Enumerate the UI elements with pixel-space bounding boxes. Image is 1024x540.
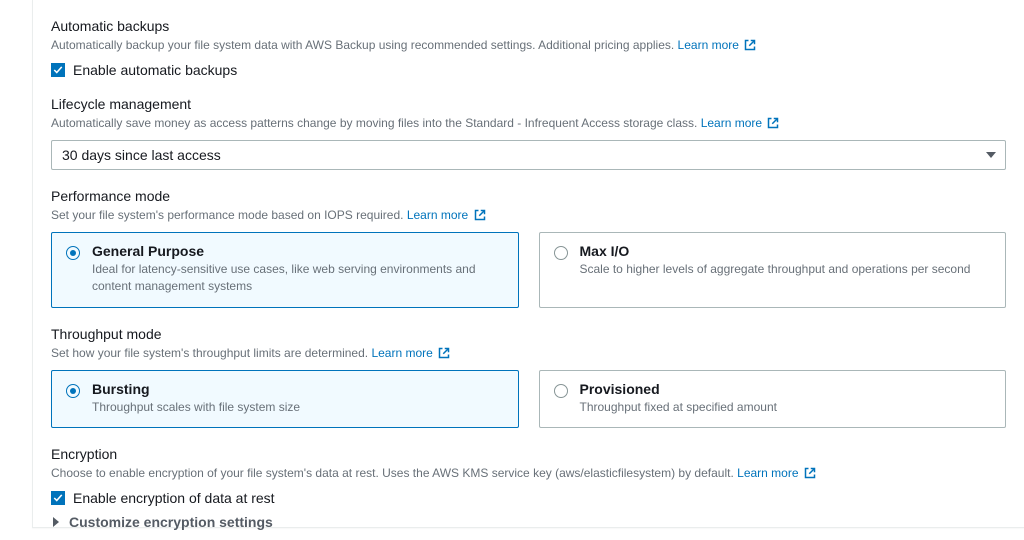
performance-mode-section: Performance mode Set your file system's … — [51, 188, 1006, 308]
throughput-mode-section: Throughput mode Set how your file system… — [51, 326, 1006, 429]
throughput-option-provisioned[interactable]: Provisioned Throughput fixed at specifie… — [539, 370, 1007, 429]
customize-encryption-label: Customize encryption settings — [69, 514, 273, 530]
throughput-learn-more-link[interactable]: Learn more — [371, 346, 450, 360]
automatic-backups-desc: Automatically backup your file system da… — [51, 36, 1006, 54]
settings-panel: Automatic backups Automatically backup y… — [32, 0, 1024, 528]
learn-more-label: Learn more — [407, 208, 468, 222]
throughput-radio-group: Bursting Throughput scales with file sys… — [51, 370, 1006, 429]
learn-more-label: Learn more — [737, 466, 798, 480]
external-link-icon — [474, 209, 486, 221]
external-link-icon — [438, 347, 450, 359]
automatic-backups-desc-text: Automatically backup your file system da… — [51, 38, 674, 52]
automatic-backups-section: Automatic backups Automatically backup y… — [51, 18, 1006, 78]
performance-desc-text: Set your file system's performance mode … — [51, 208, 403, 222]
enable-encryption-checkbox[interactable] — [51, 491, 65, 505]
encryption-learn-more-link[interactable]: Learn more — [737, 466, 816, 480]
lifecycle-select[interactable]: 30 days since last access — [51, 140, 1006, 170]
radio-content: Max I/O Scale to higher levels of aggreg… — [580, 243, 971, 278]
encryption-section: Encryption Choose to enable encryption o… — [51, 446, 1006, 530]
radio-icon — [554, 246, 568, 260]
radio-content: General Purpose Ideal for latency-sensit… — [92, 243, 504, 295]
lifecycle-title: Lifecycle management — [51, 96, 1006, 112]
performance-radio-group: General Purpose Ideal for latency-sensit… — [51, 232, 1006, 308]
throughput-title: Throughput mode — [51, 326, 1006, 342]
customize-encryption-toggle[interactable]: Customize encryption settings — [51, 514, 1006, 530]
radio-desc: Throughput fixed at specified amount — [580, 399, 777, 416]
encryption-desc-text: Choose to enable encryption of your file… — [51, 466, 734, 480]
enable-automatic-backups-checkbox[interactable] — [51, 63, 65, 77]
throughput-option-bursting[interactable]: Bursting Throughput scales with file sys… — [51, 370, 519, 429]
radio-desc: Throughput scales with file system size — [92, 399, 300, 416]
performance-desc: Set your file system's performance mode … — [51, 206, 1006, 224]
lifecycle-management-section: Lifecycle management Automatically save … — [51, 96, 1006, 170]
performance-title: Performance mode — [51, 188, 1006, 204]
throughput-desc-text: Set how your file system's throughput li… — [51, 346, 368, 360]
encryption-title: Encryption — [51, 446, 1006, 462]
external-link-icon — [804, 467, 816, 479]
performance-option-general-purpose[interactable]: General Purpose Ideal for latency-sensit… — [51, 232, 519, 308]
learn-more-label: Learn more — [678, 38, 739, 52]
encryption-desc: Choose to enable encryption of your file… — [51, 464, 1006, 482]
enable-encryption-label: Enable encryption of data at rest — [73, 490, 275, 506]
performance-option-max-io[interactable]: Max I/O Scale to higher levels of aggreg… — [539, 232, 1007, 308]
automatic-backups-learn-more-link[interactable]: Learn more — [678, 38, 757, 52]
external-link-icon — [767, 117, 779, 129]
lifecycle-learn-more-link[interactable]: Learn more — [701, 116, 780, 130]
lifecycle-select-value: 30 days since last access — [62, 147, 221, 163]
enable-automatic-backups-row: Enable automatic backups — [51, 62, 1006, 78]
learn-more-label: Learn more — [371, 346, 432, 360]
lifecycle-desc-text: Automatically save money as access patte… — [51, 116, 697, 130]
automatic-backups-title: Automatic backups — [51, 18, 1006, 34]
caret-right-icon — [51, 517, 61, 527]
radio-icon — [554, 384, 568, 398]
radio-content: Bursting Throughput scales with file sys… — [92, 381, 300, 416]
external-link-icon — [744, 39, 756, 51]
radio-desc: Ideal for latency-sensitive use cases, l… — [92, 261, 504, 295]
radio-title: Provisioned — [580, 381, 777, 397]
enable-automatic-backups-label: Enable automatic backups — [73, 62, 237, 78]
learn-more-label: Learn more — [701, 116, 762, 130]
radio-content: Provisioned Throughput fixed at specifie… — [580, 381, 777, 416]
radio-desc: Scale to higher levels of aggregate thro… — [580, 261, 971, 278]
lifecycle-desc: Automatically save money as access patte… — [51, 114, 1006, 132]
radio-title: Bursting — [92, 381, 300, 397]
throughput-desc: Set how your file system's throughput li… — [51, 344, 1006, 362]
performance-learn-more-link[interactable]: Learn more — [407, 208, 486, 222]
radio-icon — [66, 246, 80, 260]
lifecycle-select-wrap: 30 days since last access — [51, 140, 1006, 170]
enable-encryption-row: Enable encryption of data at rest — [51, 490, 1006, 506]
radio-title: Max I/O — [580, 243, 971, 259]
radio-icon — [66, 384, 80, 398]
radio-title: General Purpose — [92, 243, 504, 259]
